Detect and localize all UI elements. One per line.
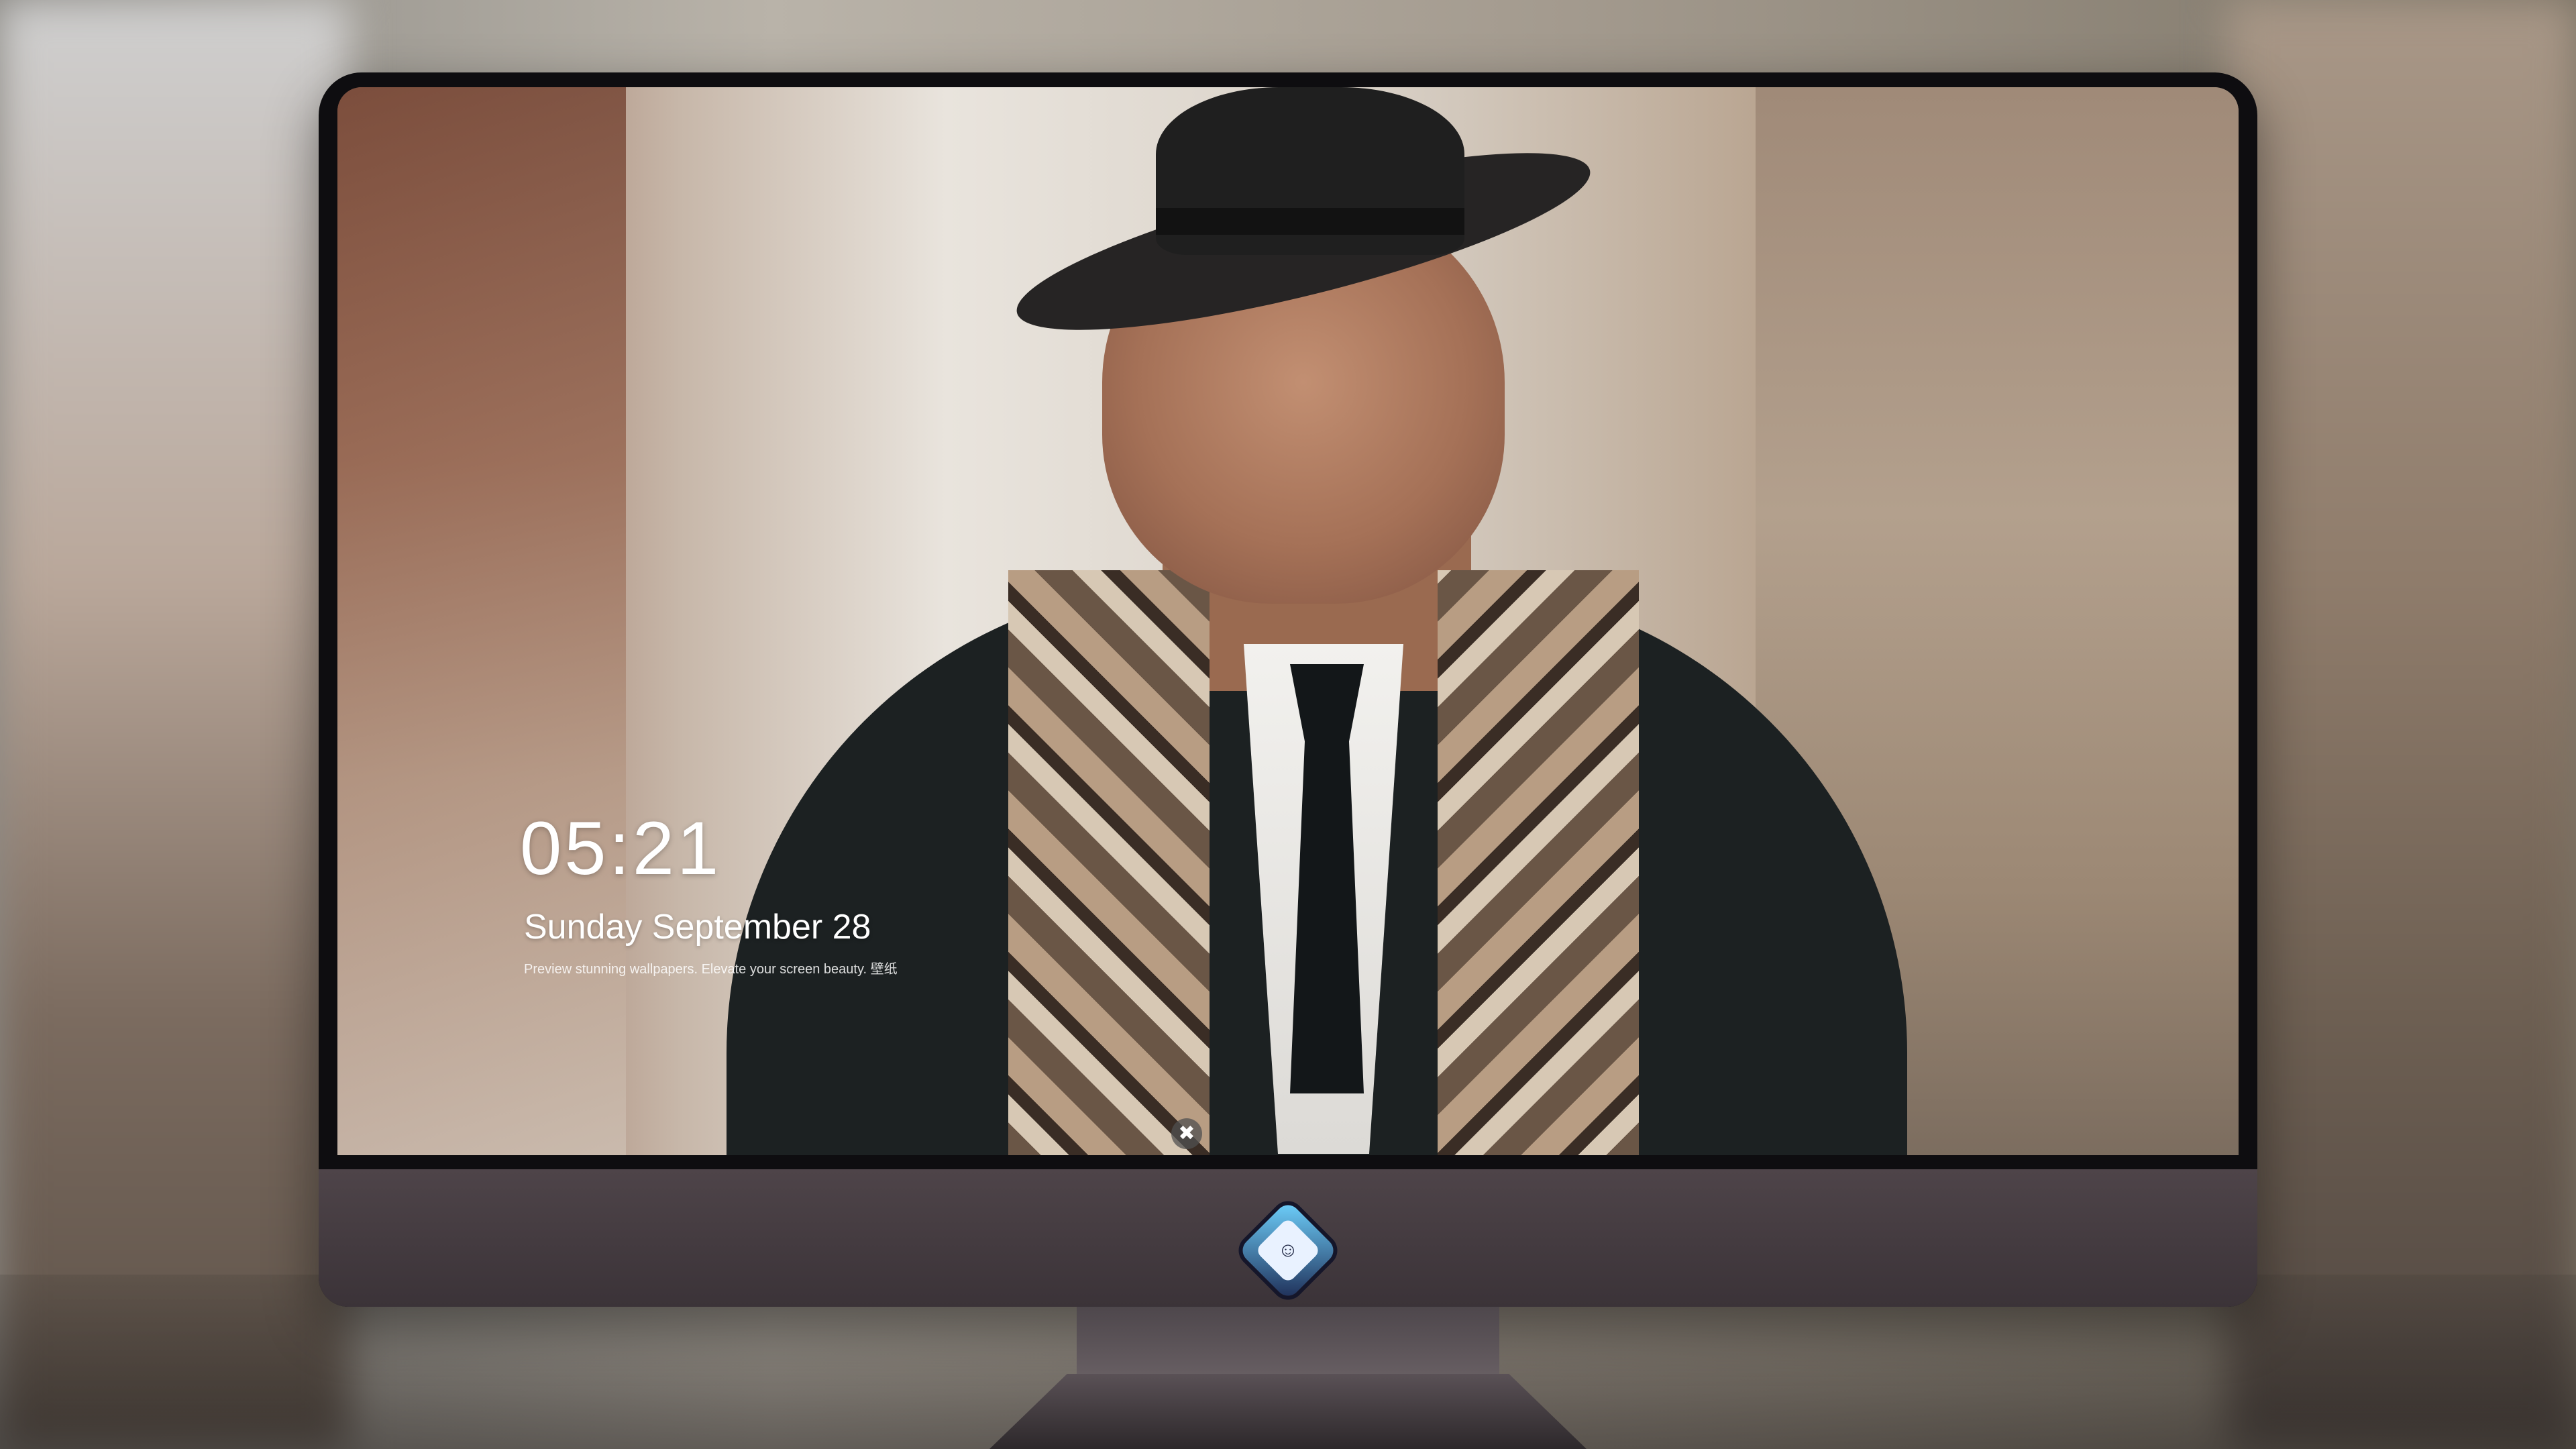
- lock-screen-date: Sunday September 28: [524, 908, 871, 947]
- screen: 05:21 Sunday September 28 Preview stunni…: [337, 87, 2239, 1155]
- lock-screen-time: 05:21: [520, 806, 722, 890]
- mascot-logo-icon: ☺: [1238, 1200, 1338, 1301]
- wallpaper-scarf-right: [1438, 570, 1639, 1155]
- logo-face-icon: ☺: [1277, 1239, 1299, 1261]
- monitor: 05:21 Sunday September 28 Preview stunni…: [319, 72, 2257, 1307]
- hat-band: [1156, 208, 1464, 235]
- lock-screen-tagline: Preview stunning wallpapers. Elevate you…: [524, 962, 898, 977]
- dock-close-button[interactable]: ✖: [1171, 1118, 1202, 1149]
- wallpaper-left-buildings: [337, 87, 626, 1155]
- monitor-stand: [989, 1307, 1587, 1449]
- wallpaper-scarf-left: [1008, 570, 1210, 1155]
- background-left-blur: [0, 0, 349, 1449]
- monitor-chin: ☺: [319, 1169, 2257, 1307]
- wallpaper-hat: [1004, 87, 1603, 366]
- background-right-blur: [2227, 0, 2576, 1449]
- stand-base: [989, 1374, 1587, 1449]
